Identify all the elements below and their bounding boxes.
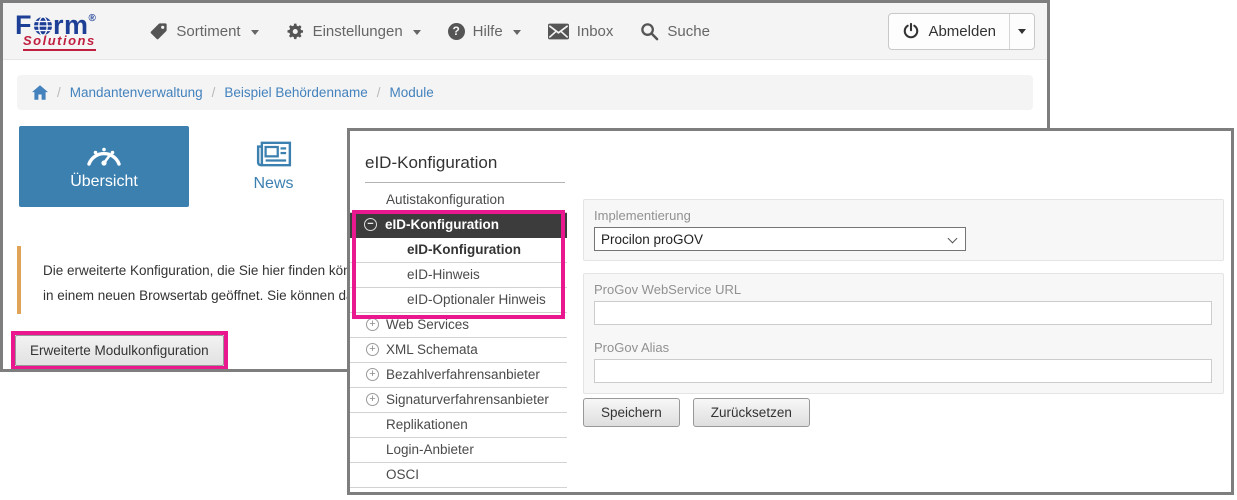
tree-item-label: Replikationen: [350, 413, 468, 437]
implementierung-label: Implementierung: [594, 208, 691, 223]
nav-item-label: Einstellungen: [313, 23, 403, 40]
progov-url-label: ProGov WebService URL: [594, 282, 741, 297]
nav-item-inbox[interactable]: Inbox: [548, 23, 614, 40]
expand-plus-icon[interactable]: +: [366, 393, 379, 406]
tile-label: News: [253, 175, 293, 193]
tree-item-label: OSCI: [350, 463, 419, 487]
nav-item-label: Inbox: [577, 23, 614, 40]
tree-item-label: Login-Anbieter: [350, 438, 474, 462]
highlight-box-advanced-button: Erweiterte Modulkonfiguration: [11, 331, 228, 370]
collapse-minus-icon[interactable]: −: [364, 218, 377, 231]
tag-icon: [149, 22, 168, 41]
registered-mark: ®: [89, 14, 97, 24]
tree-item-label: Autistakonfiguration: [350, 188, 505, 212]
tile-label: Übersicht: [70, 173, 138, 191]
tree-item-web-services[interactable]: + Web Services: [350, 313, 567, 338]
power-icon: [902, 22, 920, 40]
breadcrumb-item-mandantenverwaltung[interactable]: Mandantenverwaltung: [70, 85, 203, 100]
nav-item-label: Suche: [667, 23, 710, 40]
progov-panel: ProGov WebService URL ProGov Alias: [583, 273, 1224, 394]
search-icon: [640, 22, 659, 41]
logout-label: Abmelden: [928, 23, 996, 40]
tree-item-xml-schemata[interactable]: + XML Schemata: [350, 338, 567, 363]
breadcrumb-separator: /: [377, 85, 381, 100]
tree-item-label: eID-Konfiguration: [350, 238, 521, 262]
envelope-icon: [548, 23, 569, 40]
tree-item-eid-optionaler-hinweis[interactable]: eID-Optionaler Hinweis: [350, 288, 567, 313]
implementierung-select[interactable]: Procilon proGOV: [594, 227, 966, 251]
tree-item-eid-konfiguration-child[interactable]: eID-Konfiguration: [350, 238, 567, 263]
save-button[interactable]: Speichern: [583, 398, 680, 427]
expand-plus-icon[interactable]: +: [366, 368, 379, 381]
config-tree: Autistakonfiguration − eID-Konfiguration…: [350, 188, 567, 488]
breadcrumb-item-behoerdenname[interactable]: Beispiel Behördenname: [224, 85, 367, 100]
implementierung-panel: Implementierung Procilon proGOV: [583, 199, 1224, 261]
tile-uebersicht[interactable]: Übersicht: [19, 126, 189, 207]
nav-item-label: Hilfe: [473, 23, 503, 40]
tree-item-label: eID-Optionaler Hinweis: [350, 288, 546, 312]
form-buttons: Speichern Zurücksetzen: [583, 398, 810, 427]
nav-item-sortiment[interactable]: Sortiment: [149, 22, 258, 41]
nav-item-label: Sortiment: [176, 23, 240, 40]
logout-dropdown-toggle[interactable]: [1009, 14, 1034, 49]
tree-item-eid-hinweis[interactable]: eID-Hinweis: [350, 263, 567, 288]
progov-alias-input[interactable]: [594, 359, 1212, 383]
newspaper-icon: [254, 140, 294, 168]
breadcrumb-separator: /: [57, 85, 61, 100]
logout-button[interactable]: Abmelden: [889, 14, 1009, 49]
chevron-down-icon: [948, 234, 958, 244]
tree-item-bezahlverfahrensanbieter[interactable]: + Bezahlverfahrensanbieter: [350, 363, 567, 388]
eid-config-window: eID-Konfiguration Autistakonfiguration −…: [347, 128, 1234, 495]
nav-item-suche[interactable]: Suche: [640, 22, 710, 41]
logo-subtitle: Solutions: [23, 34, 96, 51]
nav-item-einstellungen[interactable]: Einstellungen: [286, 22, 421, 41]
gear-icon: [286, 22, 305, 41]
implementierung-selected-value: Procilon proGOV: [601, 232, 703, 247]
logout-split-button: Abmelden: [888, 13, 1035, 50]
top-navbar: Frm® Solutions Sortiment Einstellungen ?…: [3, 3, 1047, 60]
tree-item-label: eID-Hinweis: [350, 263, 480, 287]
tile-news[interactable]: News: [221, 126, 326, 207]
page-title: eID-Konfiguration: [365, 153, 565, 183]
tree-item-autistakonfiguration[interactable]: Autistakonfiguration: [350, 188, 567, 213]
tree-item-signaturverfahrensanbieter[interactable]: + Signaturverfahrensanbieter: [350, 388, 567, 413]
nav-item-hilfe[interactable]: ? Hilfe: [448, 23, 521, 40]
advanced-module-config-button[interactable]: Erweiterte Modulkonfiguration: [15, 335, 224, 366]
help-circle-icon: ?: [448, 23, 465, 40]
chevron-down-icon: [513, 30, 521, 35]
expand-plus-icon[interactable]: +: [366, 318, 379, 331]
gauge-icon: [85, 142, 123, 166]
tree-item-replikationen[interactable]: Replikationen: [350, 413, 567, 438]
breadcrumb-item-module[interactable]: Module: [390, 85, 434, 100]
chevron-down-icon: [251, 30, 259, 35]
tree-item-osci[interactable]: OSCI: [350, 463, 567, 488]
form-solutions-logo[interactable]: Frm® Solutions: [15, 12, 96, 51]
tree-item-eid-konfiguration-parent[interactable]: − eID-Konfiguration: [350, 213, 567, 238]
tree-item-login-anbieter[interactable]: Login-Anbieter: [350, 438, 567, 463]
home-icon: [32, 85, 48, 100]
progov-url-input[interactable]: [594, 301, 1212, 325]
breadcrumb-home[interactable]: [32, 85, 48, 100]
tree-item-label: Signaturverfahrensanbieter: [350, 388, 549, 412]
breadcrumb-separator: /: [212, 85, 216, 100]
breadcrumb: / Mandantenverwaltung / Beispiel Behörde…: [17, 75, 1033, 110]
chevron-down-icon: [413, 30, 421, 35]
reset-button[interactable]: Zurücksetzen: [693, 398, 810, 427]
progov-alias-label: ProGov Alias: [594, 340, 669, 355]
expand-plus-icon[interactable]: +: [366, 343, 379, 356]
chevron-down-icon: [1018, 29, 1026, 34]
